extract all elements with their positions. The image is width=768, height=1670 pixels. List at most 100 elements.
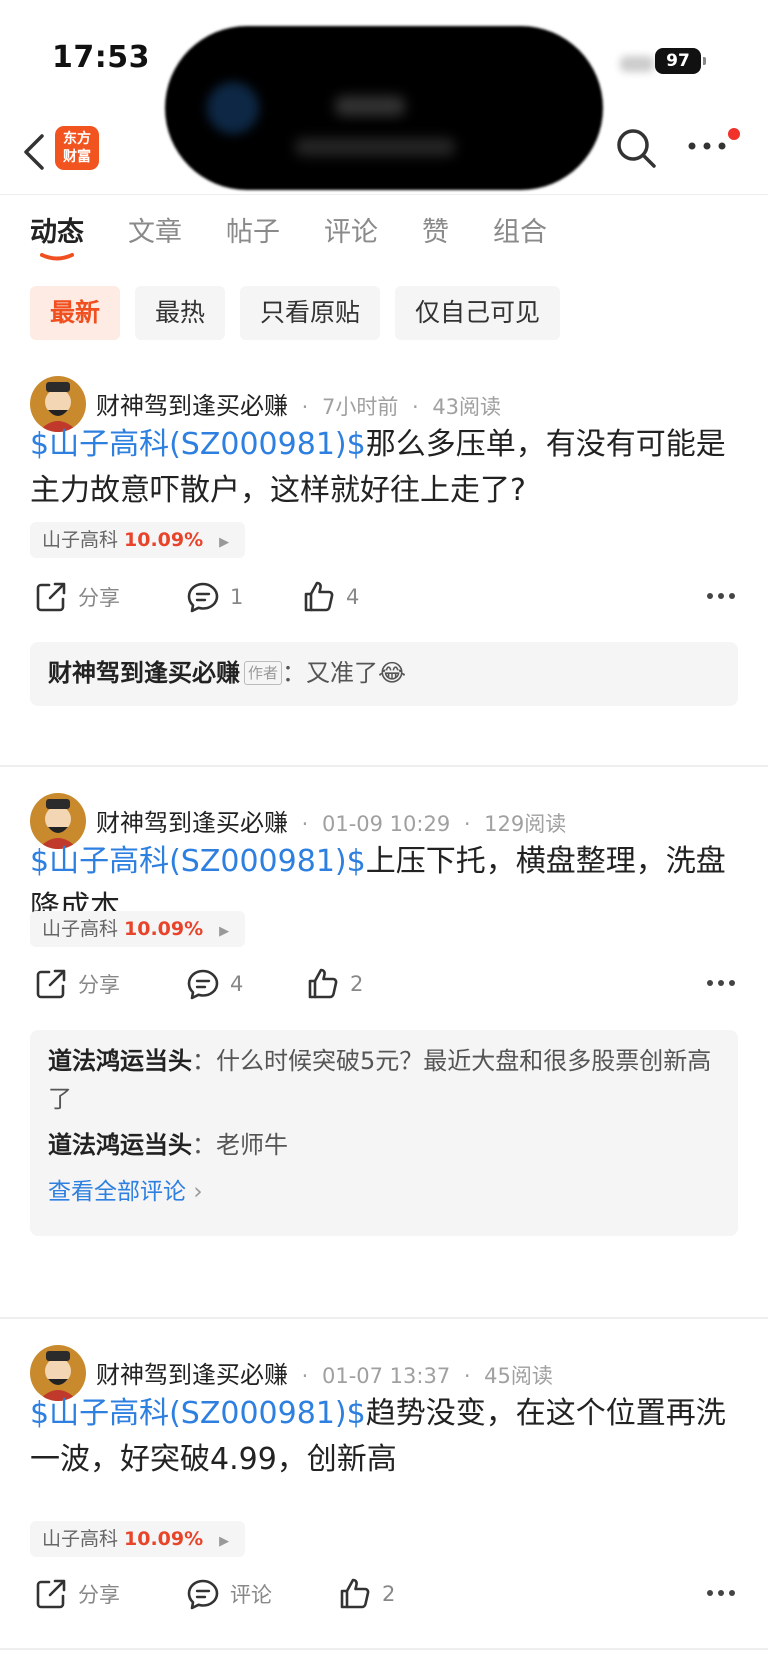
filter-original-only[interactable]: 只看原贴	[240, 286, 381, 340]
comment-separator: ：	[282, 659, 307, 687]
post-meta: 财神驾到逢买必赚 · 7小时前 · 43阅读	[96, 386, 501, 421]
comment-text: 又准了😂	[306, 659, 407, 687]
post-actions: 分享 评论 2	[0, 1577, 768, 1621]
like-count: 4	[346, 585, 360, 609]
post-divider	[0, 1648, 768, 1650]
author-name[interactable]: 财神驾到逢买必赚	[96, 1361, 288, 1389]
share-icon	[36, 1579, 66, 1609]
tab-likes[interactable]: 赞	[422, 210, 449, 266]
top-nav: 东方 财富	[0, 110, 768, 194]
like-button[interactable]: 2	[306, 967, 363, 1001]
signal-icon	[620, 56, 654, 72]
like-count: 2	[350, 972, 364, 996]
author-name[interactable]: 财神驾到逢买必赚	[96, 392, 288, 420]
meta-dot: ·	[301, 395, 309, 419]
post-meta: 财神驾到逢买必赚 · 01-07 13:37 · 45阅读	[96, 1355, 553, 1390]
read-count: 43阅读	[432, 395, 502, 419]
comment-text: 老师牛	[216, 1131, 288, 1159]
comment-count: 4	[230, 972, 244, 996]
search-icon[interactable]	[614, 126, 658, 170]
tab-posts[interactable]: 帖子	[226, 210, 280, 266]
like-button[interactable]: 2	[338, 1577, 395, 1611]
comment-item: 道法鸿运当头：什么时候突破5元？最近大盘和很多股票创新高了	[48, 1042, 720, 1118]
active-tab-indicator	[40, 253, 74, 261]
stock-name: 山子高科	[42, 918, 119, 940]
post-card[interactable]: 财神驾到逢买必赚 · 01-09 10:29 · 129阅读 $山子高科(SZ0…	[0, 767, 768, 1315]
like-button[interactable]: 4	[302, 580, 359, 614]
comment-author[interactable]: 道法鸿运当头	[48, 1131, 192, 1159]
nav-divider	[0, 194, 768, 195]
comment-item: 道法鸿运当头：老师牛	[48, 1126, 720, 1164]
comment-item: 财神驾到逢买必赚 作者 ：又准了😂	[48, 654, 720, 692]
comment-button[interactable]: 1	[186, 580, 243, 614]
filter-chips: 最新 最热 只看原贴 仅自己可见	[30, 286, 575, 340]
stock-mention-link[interactable]: $山子高科(SZ000981)$	[30, 1396, 366, 1431]
stock-quote-chip[interactable]: 山子高科 10.09% ▶	[30, 522, 246, 558]
play-arrow-icon: ▶	[219, 1534, 230, 1549]
comment-author[interactable]: 道法鸿运当头	[48, 1047, 192, 1075]
post-time: 7小时前	[321, 395, 399, 419]
read-count: 45阅读	[484, 1364, 553, 1388]
comment-button[interactable]: 4	[186, 967, 243, 1001]
back-arrow-icon[interactable]	[20, 130, 50, 174]
author-name[interactable]: 财神驾到逢买必赚	[96, 809, 288, 837]
status-bar: 17:53 97	[0, 0, 768, 190]
app-logo: 东方 财富	[55, 126, 99, 170]
read-count: 129阅读	[484, 812, 567, 836]
post-content[interactable]: $山子高科(SZ000981)$那么多压单，有没有可能是主力故意吓散户，这样就好…	[30, 422, 740, 514]
share-icon	[36, 969, 66, 999]
tab-articles[interactable]: 文章	[128, 210, 182, 266]
meta-dot: ·	[411, 395, 419, 419]
meta-dot: ·	[463, 1364, 471, 1388]
author-badge: 作者	[244, 661, 283, 685]
play-arrow-icon: ▶	[219, 924, 230, 939]
thumbs-up-icon	[304, 581, 334, 612]
post-more-icon[interactable]	[706, 592, 736, 600]
stock-mention-link[interactable]: $山子高科(SZ000981)$	[30, 844, 366, 879]
meta-dot: ·	[463, 812, 471, 836]
share-icon	[36, 582, 66, 612]
stock-change: 10.09%	[124, 1528, 204, 1550]
post-more-icon[interactable]	[706, 1589, 736, 1597]
post-card[interactable]: 财神驾到逢买必赚 · 01-07 13:37 · 45阅读 $山子高科(SZ00…	[0, 1319, 768, 1649]
post-actions: 分享 4 2	[0, 967, 768, 1011]
tab-comments[interactable]: 评论	[324, 210, 378, 266]
view-all-comments-link[interactable]: 查看全部评论 ›	[48, 1172, 720, 1212]
like-count: 2	[382, 1582, 396, 1606]
tab-bar: 动态 文章 帖子 评论 赞 组合	[30, 210, 591, 266]
comment-author[interactable]: 财神驾到逢买必赚	[48, 659, 240, 687]
comment-button[interactable]: 评论	[186, 1577, 272, 1611]
post-time: 01-09 10:29	[321, 812, 451, 836]
comment-icon	[187, 582, 219, 613]
share-button[interactable]: 分享	[34, 967, 120, 1001]
stock-mention-link[interactable]: $山子高科(SZ000981)$	[30, 427, 366, 462]
comment-preview[interactable]: 财神驾到逢买必赚 作者 ：又准了😂	[30, 642, 738, 706]
battery-icon: 97	[655, 48, 706, 74]
tab-dynamics[interactable]: 动态	[30, 210, 84, 266]
post-time: 01-07 13:37	[321, 1364, 451, 1388]
comment-separator: ：	[192, 1131, 216, 1159]
stock-quote-chip[interactable]: 山子高科 10.09% ▶	[30, 911, 246, 947]
comment-label: 评论	[230, 1583, 272, 1607]
filter-hottest[interactable]: 最热	[135, 286, 226, 340]
notification-dot	[728, 128, 740, 140]
post-content[interactable]: $山子高科(SZ000981)$趋势没变，在这个位置再洗一波，好突破4.99，创…	[30, 1391, 740, 1483]
share-button[interactable]: 分享	[34, 580, 120, 614]
stock-quote-chip[interactable]: 山子高科 10.09% ▶	[30, 1521, 246, 1557]
stock-name: 山子高科	[42, 1528, 119, 1550]
post-actions: 分享 1 4	[0, 580, 768, 624]
more-options-icon[interactable]	[686, 136, 728, 156]
stock-change: 10.09%	[124, 918, 204, 940]
post-card[interactable]: 财神驾到逢买必赚 · 7小时前 · 43阅读 $山子高科(SZ000981)$那…	[0, 350, 768, 755]
post-more-icon[interactable]	[706, 979, 736, 987]
comment-preview[interactable]: 道法鸿运当头：什么时候突破5元？最近大盘和很多股票创新高了 道法鸿运当头：老师牛…	[30, 1030, 738, 1236]
chevron-right-icon: ›	[193, 1179, 203, 1205]
thumbs-up-icon	[308, 968, 338, 999]
filter-latest[interactable]: 最新	[30, 286, 121, 340]
tab-portfolio[interactable]: 组合	[493, 210, 547, 266]
share-button[interactable]: 分享	[34, 1577, 120, 1611]
stock-name: 山子高科	[42, 529, 119, 551]
comment-separator: ：	[192, 1047, 216, 1075]
post-meta: 财神驾到逢买必赚 · 01-09 10:29 · 129阅读	[96, 803, 566, 838]
filter-private[interactable]: 仅自己可见	[395, 286, 561, 340]
